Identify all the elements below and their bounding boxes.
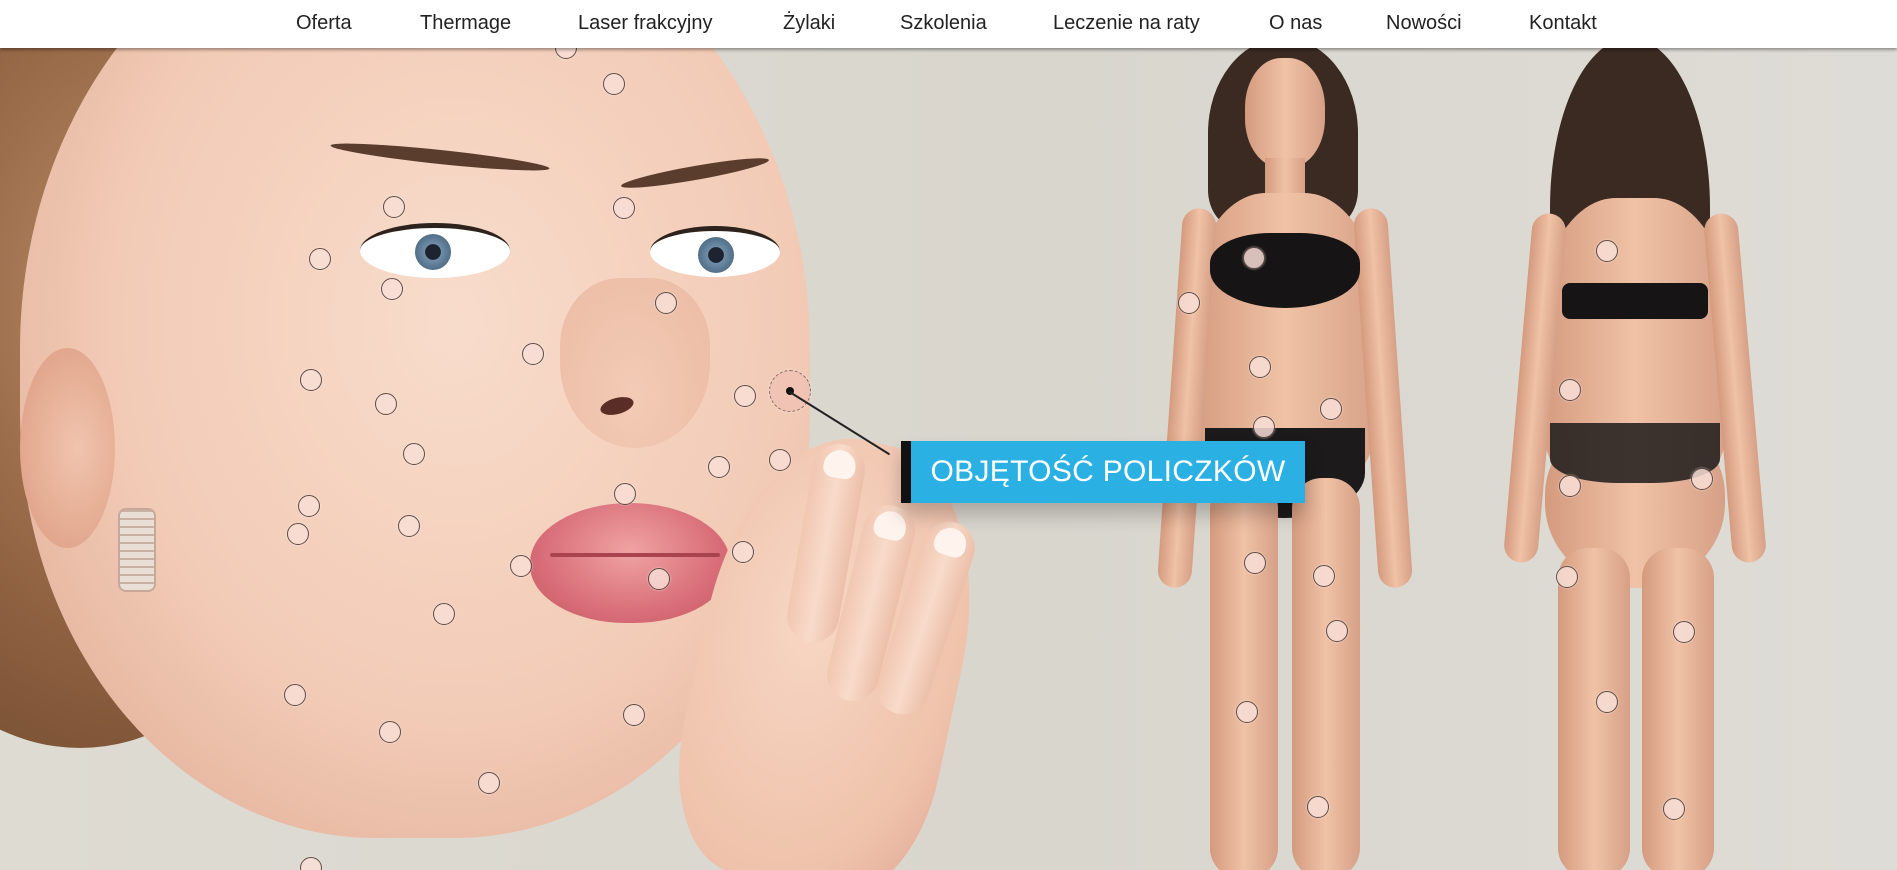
face-treatment-point[interactable] bbox=[510, 555, 532, 577]
body-front-treatment-point[interactable] bbox=[1313, 565, 1335, 587]
body-back-treatment-point[interactable] bbox=[1691, 468, 1713, 490]
lip-line bbox=[550, 553, 720, 557]
body-back-treatment-point[interactable] bbox=[1559, 475, 1581, 497]
hero-treatment-map: OBJĘTOŚĆ POLICZKÓW bbox=[0, 48, 1897, 870]
nav-item-kontakt[interactable]: Kontakt bbox=[1529, 12, 1597, 35]
fingernail bbox=[871, 507, 910, 543]
body-back-treatment-point[interactable] bbox=[1559, 379, 1581, 401]
nav-item-leczenie-na-raty[interactable]: Leczenie na raty bbox=[1053, 12, 1200, 35]
treatment-label-text: OBJĘTOŚĆ POLICZKÓW bbox=[911, 441, 1305, 503]
fingernail bbox=[821, 447, 859, 481]
treatment-label-bar bbox=[901, 441, 911, 503]
body-back-treatment-point[interactable] bbox=[1673, 621, 1695, 643]
body-front-treatment-point[interactable] bbox=[1253, 416, 1275, 438]
face-treatment-point[interactable] bbox=[623, 704, 645, 726]
body-back-treatment-point[interactable] bbox=[1596, 240, 1618, 262]
face-treatment-point[interactable] bbox=[734, 385, 756, 407]
face-treatment-point[interactable] bbox=[655, 292, 677, 314]
body-front-treatment-point[interactable] bbox=[1320, 398, 1342, 420]
face-treatment-point[interactable] bbox=[613, 197, 635, 219]
face-treatment-point[interactable] bbox=[383, 196, 405, 218]
body-front-treatment-point[interactable] bbox=[1243, 247, 1265, 269]
face-treatment-point[interactable] bbox=[379, 721, 401, 743]
face-treatment-point[interactable] bbox=[381, 278, 403, 300]
face-treatment-point[interactable] bbox=[769, 449, 791, 471]
body-back-illustration bbox=[1500, 48, 1770, 870]
nav-item-o-nas[interactable]: O nas bbox=[1269, 12, 1322, 35]
face-treatment-point[interactable] bbox=[732, 541, 754, 563]
face-treatment-point[interactable] bbox=[287, 523, 309, 545]
face-treatment-point[interactable] bbox=[398, 515, 420, 537]
bra-strap bbox=[1562, 283, 1708, 319]
leg-right bbox=[1558, 548, 1630, 870]
leg-right bbox=[1210, 478, 1278, 870]
leg-left bbox=[1642, 548, 1714, 870]
lips bbox=[530, 503, 730, 623]
nav-item-oferta[interactable]: Oferta bbox=[296, 12, 352, 35]
face-treatment-point[interactable] bbox=[403, 443, 425, 465]
face-treatment-point[interactable] bbox=[478, 772, 500, 794]
nav-item-zylaki[interactable]: Żylaki bbox=[783, 12, 835, 35]
nav-item-laser-frakcyjny[interactable]: Laser frakcyjny bbox=[578, 12, 713, 35]
face-treatment-point[interactable] bbox=[284, 684, 306, 706]
face-treatment-point[interactable] bbox=[522, 343, 544, 365]
face-treatment-point[interactable] bbox=[614, 483, 636, 505]
eye-left bbox=[360, 223, 510, 278]
face-treatment-point[interactable] bbox=[300, 369, 322, 391]
nav-item-szkolenia[interactable]: Szkolenia bbox=[900, 12, 987, 35]
iris bbox=[415, 234, 451, 270]
body-back-treatment-point[interactable] bbox=[1596, 691, 1618, 713]
face-treatment-point[interactable] bbox=[375, 393, 397, 415]
nose bbox=[560, 278, 710, 448]
face-illustration bbox=[0, 48, 1004, 870]
eye-right bbox=[650, 226, 780, 277]
body-front-treatment-point[interactable] bbox=[1236, 701, 1258, 723]
face-treatment-point[interactable] bbox=[603, 73, 625, 95]
body-front-treatment-point[interactable] bbox=[1244, 552, 1266, 574]
treatment-label[interactable]: OBJĘTOŚĆ POLICZKÓW bbox=[901, 441, 1305, 503]
nav-item-nowosci[interactable]: Nowości bbox=[1386, 12, 1462, 35]
earring bbox=[118, 508, 156, 592]
iris bbox=[698, 237, 734, 273]
body-back-treatment-point[interactable] bbox=[1556, 566, 1578, 588]
face-treatment-point[interactable] bbox=[309, 248, 331, 270]
body-back-treatment-point[interactable] bbox=[1663, 798, 1685, 820]
ear bbox=[20, 348, 115, 548]
body-front-treatment-point[interactable] bbox=[1326, 620, 1348, 642]
fingernail bbox=[931, 523, 971, 561]
face-treatment-point[interactable] bbox=[298, 495, 320, 517]
nav-item-thermage[interactable]: Thermage bbox=[420, 12, 511, 35]
bra bbox=[1210, 233, 1360, 308]
face-treatment-point[interactable] bbox=[648, 568, 670, 590]
body-front-treatment-point[interactable] bbox=[1178, 292, 1200, 314]
body-front-treatment-point[interactable] bbox=[1307, 796, 1329, 818]
top-navigation: Oferta Thermage Laser frakcyjny Żylaki S… bbox=[0, 0, 1897, 48]
head bbox=[1245, 58, 1325, 168]
face-treatment-point[interactable] bbox=[708, 456, 730, 478]
body-front-treatment-point[interactable] bbox=[1249, 356, 1271, 378]
face-treatment-point[interactable] bbox=[433, 603, 455, 625]
